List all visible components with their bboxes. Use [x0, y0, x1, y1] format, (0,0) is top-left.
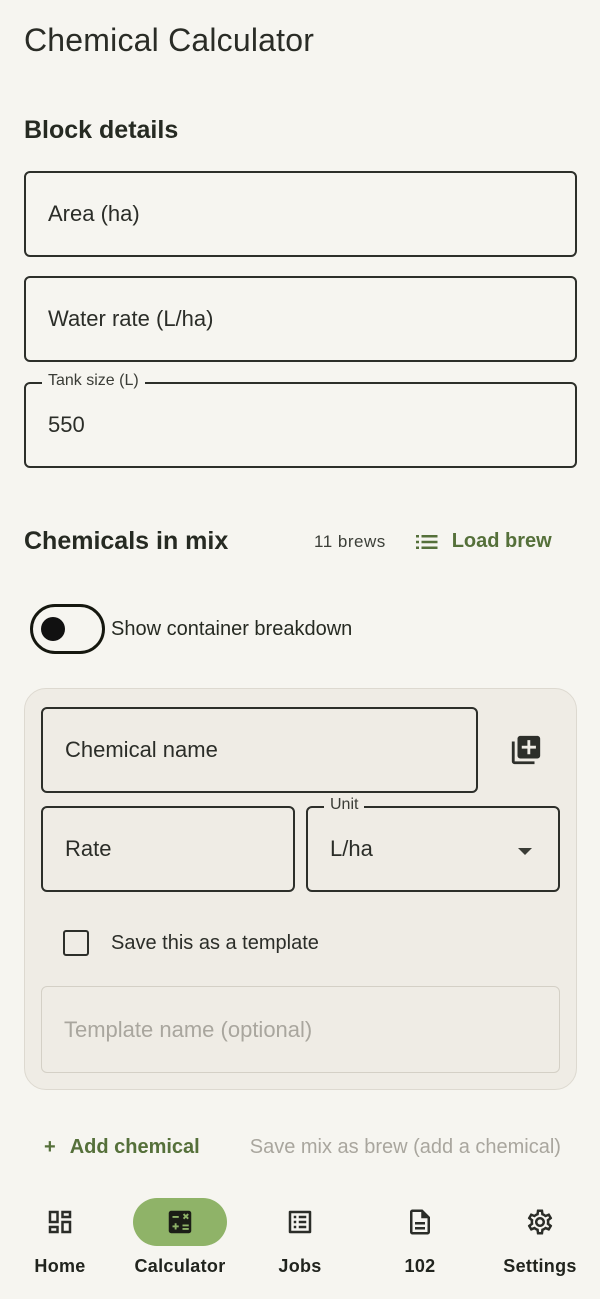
nav-item-102[interactable]: 102 — [360, 1198, 480, 1277]
calculator-icon — [168, 1210, 192, 1234]
load-brew-button[interactable]: Load brew — [415, 530, 552, 553]
nav-102-icon-wrap — [373, 1198, 467, 1246]
save-template-label: Save this as a template — [111, 931, 319, 954]
chemical-name-placeholder: Chemical name — [65, 737, 218, 762]
nav-item-home[interactable]: Home — [0, 1198, 120, 1277]
nav-item-settings[interactable]: Settings — [480, 1198, 600, 1277]
container-breakdown-label: Show container breakdown — [111, 617, 353, 640]
chemicals-header-actions: 11 brews Load brew — [314, 530, 552, 553]
nav-item-jobs[interactable]: Jobs — [240, 1198, 360, 1277]
library-add-icon — [511, 735, 541, 765]
tank-size-label: Tank size (L) — [42, 372, 145, 390]
add-chemical-button[interactable]: + Add chemical — [44, 1136, 200, 1172]
rate-placeholder: Rate — [65, 836, 112, 861]
unit-label: Unit — [324, 796, 365, 814]
area-field[interactable]: Area (ha) — [24, 171, 577, 257]
document-icon — [410, 1209, 430, 1235]
water-rate-field[interactable]: Water rate (L/ha) — [24, 276, 577, 362]
template-name-field[interactable]: Template name (optional) — [41, 986, 560, 1073]
rate-field[interactable]: Rate — [41, 806, 295, 892]
plus-icon: + — [44, 1136, 56, 1158]
chemical-calculator-screen: Chemical Calculator Block details Area (… — [0, 0, 600, 1299]
mix-actions: + Add chemical Save mix as brew (add a c… — [44, 1136, 584, 1172]
area-placeholder: Area (ha) — [48, 201, 140, 226]
home-grid-icon — [48, 1210, 72, 1234]
chevron-down-icon — [518, 848, 532, 855]
water-rate-placeholder: Water rate (L/ha) — [48, 306, 214, 331]
unit-select[interactable]: Unit L/ha — [306, 796, 560, 892]
add-chemical-label: Add chemical — [69, 1136, 200, 1158]
chemicals-heading: Chemicals in mix — [24, 527, 229, 555]
nav-calculator-icon-wrap — [133, 1198, 227, 1246]
unit-value: L/ha — [330, 836, 373, 861]
tank-size-field[interactable]: Tank size (L) 550 — [24, 372, 577, 468]
chemical-name-field[interactable]: Chemical name — [41, 707, 478, 793]
nav-label-settings: Settings — [503, 1256, 577, 1276]
save-mix-button[interactable]: Save mix as brew (add a chemical) — [250, 1136, 561, 1172]
load-brew-label: Load brew — [451, 530, 552, 552]
bottom-nav: Home Calculator Jobs 102 Settings — [0, 1176, 600, 1299]
template-name-placeholder: Template name (optional) — [64, 1016, 313, 1042]
nav-jobs-icon-wrap — [253, 1198, 347, 1246]
save-template-row: Save this as a template — [63, 930, 319, 956]
tank-size-value: 550 — [48, 412, 85, 437]
chemical-card: Chemical name Rate Unit L/ha Save this a… — [24, 688, 577, 1090]
nav-label-calculator: Calculator — [134, 1256, 226, 1276]
block-details-heading: Block details — [24, 116, 179, 144]
gear-icon — [527, 1209, 553, 1235]
container-breakdown-toggle[interactable] — [30, 604, 105, 654]
nav-label-102: 102 — [404, 1256, 436, 1276]
nav-settings-icon-wrap — [493, 1198, 587, 1246]
container-breakdown-row: Show container breakdown — [30, 604, 352, 654]
nav-label-jobs: Jobs — [278, 1256, 322, 1276]
save-template-checkbox[interactable] — [63, 930, 89, 956]
toggle-knob — [41, 617, 65, 641]
nav-item-calculator[interactable]: Calculator — [120, 1198, 240, 1277]
brew-count: 11 brews — [314, 531, 386, 551]
page-title: Chemical Calculator — [24, 22, 315, 58]
list-icon — [415, 534, 438, 549]
list-alt-icon — [288, 1210, 312, 1234]
add-library-button[interactable] — [509, 733, 543, 767]
nav-home-icon-wrap — [13, 1198, 107, 1246]
nav-label-home: Home — [34, 1256, 86, 1276]
